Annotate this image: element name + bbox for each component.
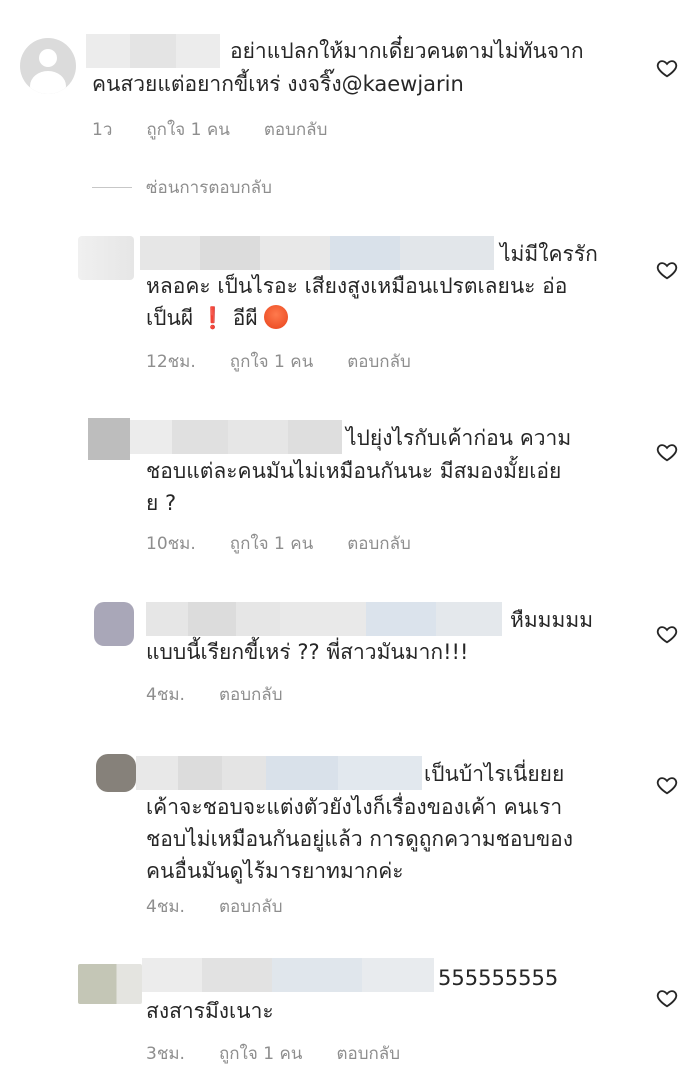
blurred-username: [130, 420, 342, 454]
likes-count[interactable]: ถูกใจ 1 คน: [230, 530, 313, 557]
reply-button[interactable]: ตอบกลับ: [219, 681, 283, 708]
blurred-username: [136, 756, 422, 790]
reply-button[interactable]: ตอบกลับ: [336, 1040, 400, 1067]
likes-count[interactable]: ถูกใจ 1 คน: [146, 116, 229, 143]
comment-text: หืมมมมม: [510, 608, 594, 632]
timestamp: 1ว: [92, 120, 113, 140]
reply-button[interactable]: ตอบกลับ: [347, 530, 411, 557]
avatar[interactable]: [20, 38, 76, 94]
avatar[interactable]: [96, 754, 136, 792]
avatar[interactable]: [94, 602, 134, 646]
timestamp: 12ชม.: [146, 352, 196, 372]
comment-text: เค้าจะชอบจะแต่งตัวยังไงก็เรื่องของเค้า ค…: [146, 795, 563, 819]
comment-text: ไม่มีใครรัก: [500, 242, 598, 266]
avatar[interactable]: [78, 964, 142, 1004]
comment-meta: 12ชม. ถูกใจ 1 คน ตอบกลับ: [146, 348, 411, 375]
timestamp: 10ชม.: [146, 534, 196, 554]
heart-icon[interactable]: [656, 774, 678, 796]
blurred-username: [146, 602, 502, 636]
comment-text: ไปยุ่งไรกับเค้าก่อน ความ: [346, 426, 572, 450]
likes-count[interactable]: ถูกใจ 1 คน: [230, 348, 313, 375]
heart-icon[interactable]: [656, 259, 678, 281]
comment-text: ชอบแต่ละคนมันไม่เหมือนกันนะ มีสมองมั้ยเอ…: [146, 459, 562, 483]
blurred-username: [86, 34, 220, 68]
timestamp: 4ชม.: [146, 685, 185, 705]
hide-replies-label: ซ่อนการตอบกลับ: [146, 178, 272, 198]
heart-icon[interactable]: [656, 623, 678, 645]
comment-text: ย ?: [146, 491, 177, 515]
comment-meta: 4ชม. ตอบกลับ: [146, 893, 283, 920]
comment-text: คนสวยแต่อยากขี้เหร่ งงจริ๊ง@kaewjarin: [92, 72, 464, 96]
reply-button[interactable]: ตอบกลับ: [264, 116, 328, 143]
divider: [92, 187, 132, 188]
timestamp: 4ชม.: [146, 897, 185, 917]
likes-count[interactable]: ถูกใจ 1 คน: [219, 1040, 302, 1067]
angry-face-icon: [264, 305, 289, 329]
blurred-username: [142, 958, 434, 992]
heart-icon[interactable]: [656, 987, 678, 1009]
comment-meta: 4ชม. ตอบกลับ: [146, 681, 283, 708]
comment-text: เป็นบ้าไรเนี่ยยย: [424, 762, 565, 786]
comment-text: แบบนี้เรียกขี้เหร่ ?? พี่สาวมันมาก!!!: [146, 640, 469, 664]
comment-text: คนอื่นมันดูไร้มารยาทมากค่ะ: [146, 859, 404, 883]
heart-icon[interactable]: [656, 441, 678, 463]
comment-text: หลอคะ เป็นไรอะ เสียงสูงเหมือนเปรตเลยนะ อ…: [146, 274, 568, 298]
comment-text: ชอบไม่เหมือนกันอยู่แล้ว การดูถูกความชอบข…: [146, 827, 574, 851]
heart-icon[interactable]: [656, 57, 678, 79]
comment-text: เป็นผี: [146, 306, 194, 330]
comment-text: อีผี: [232, 306, 258, 330]
timestamp: 3ชม.: [146, 1044, 185, 1064]
reply-button[interactable]: ตอบกลับ: [219, 893, 283, 920]
comment-meta: 10ชม. ถูกใจ 1 คน ตอบกลับ: [146, 530, 411, 557]
comment-text: สงสารมึงเนาะ: [146, 999, 274, 1023]
comment-meta: 1ว ถูกใจ 1 คน ตอบกลับ: [92, 116, 327, 143]
hide-replies-button[interactable]: ซ่อนการตอบกลับ: [92, 174, 272, 201]
comment-text: 555555555: [438, 966, 559, 990]
blurred-username: [140, 236, 494, 270]
avatar[interactable]: [88, 418, 130, 460]
exclamation-icon: ❗: [199, 306, 227, 330]
avatar[interactable]: [78, 236, 134, 280]
reply-button[interactable]: ตอบกลับ: [347, 348, 411, 375]
comment-text: อย่าแปลกให้มากเดี๋ยวคนตามไม่ทันจาก: [230, 39, 584, 63]
comment-text-last-line: เป็นผี ❗ อีผี: [146, 302, 289, 335]
comment-meta: 3ชม. ถูกใจ 1 คน ตอบกลับ: [146, 1040, 400, 1067]
